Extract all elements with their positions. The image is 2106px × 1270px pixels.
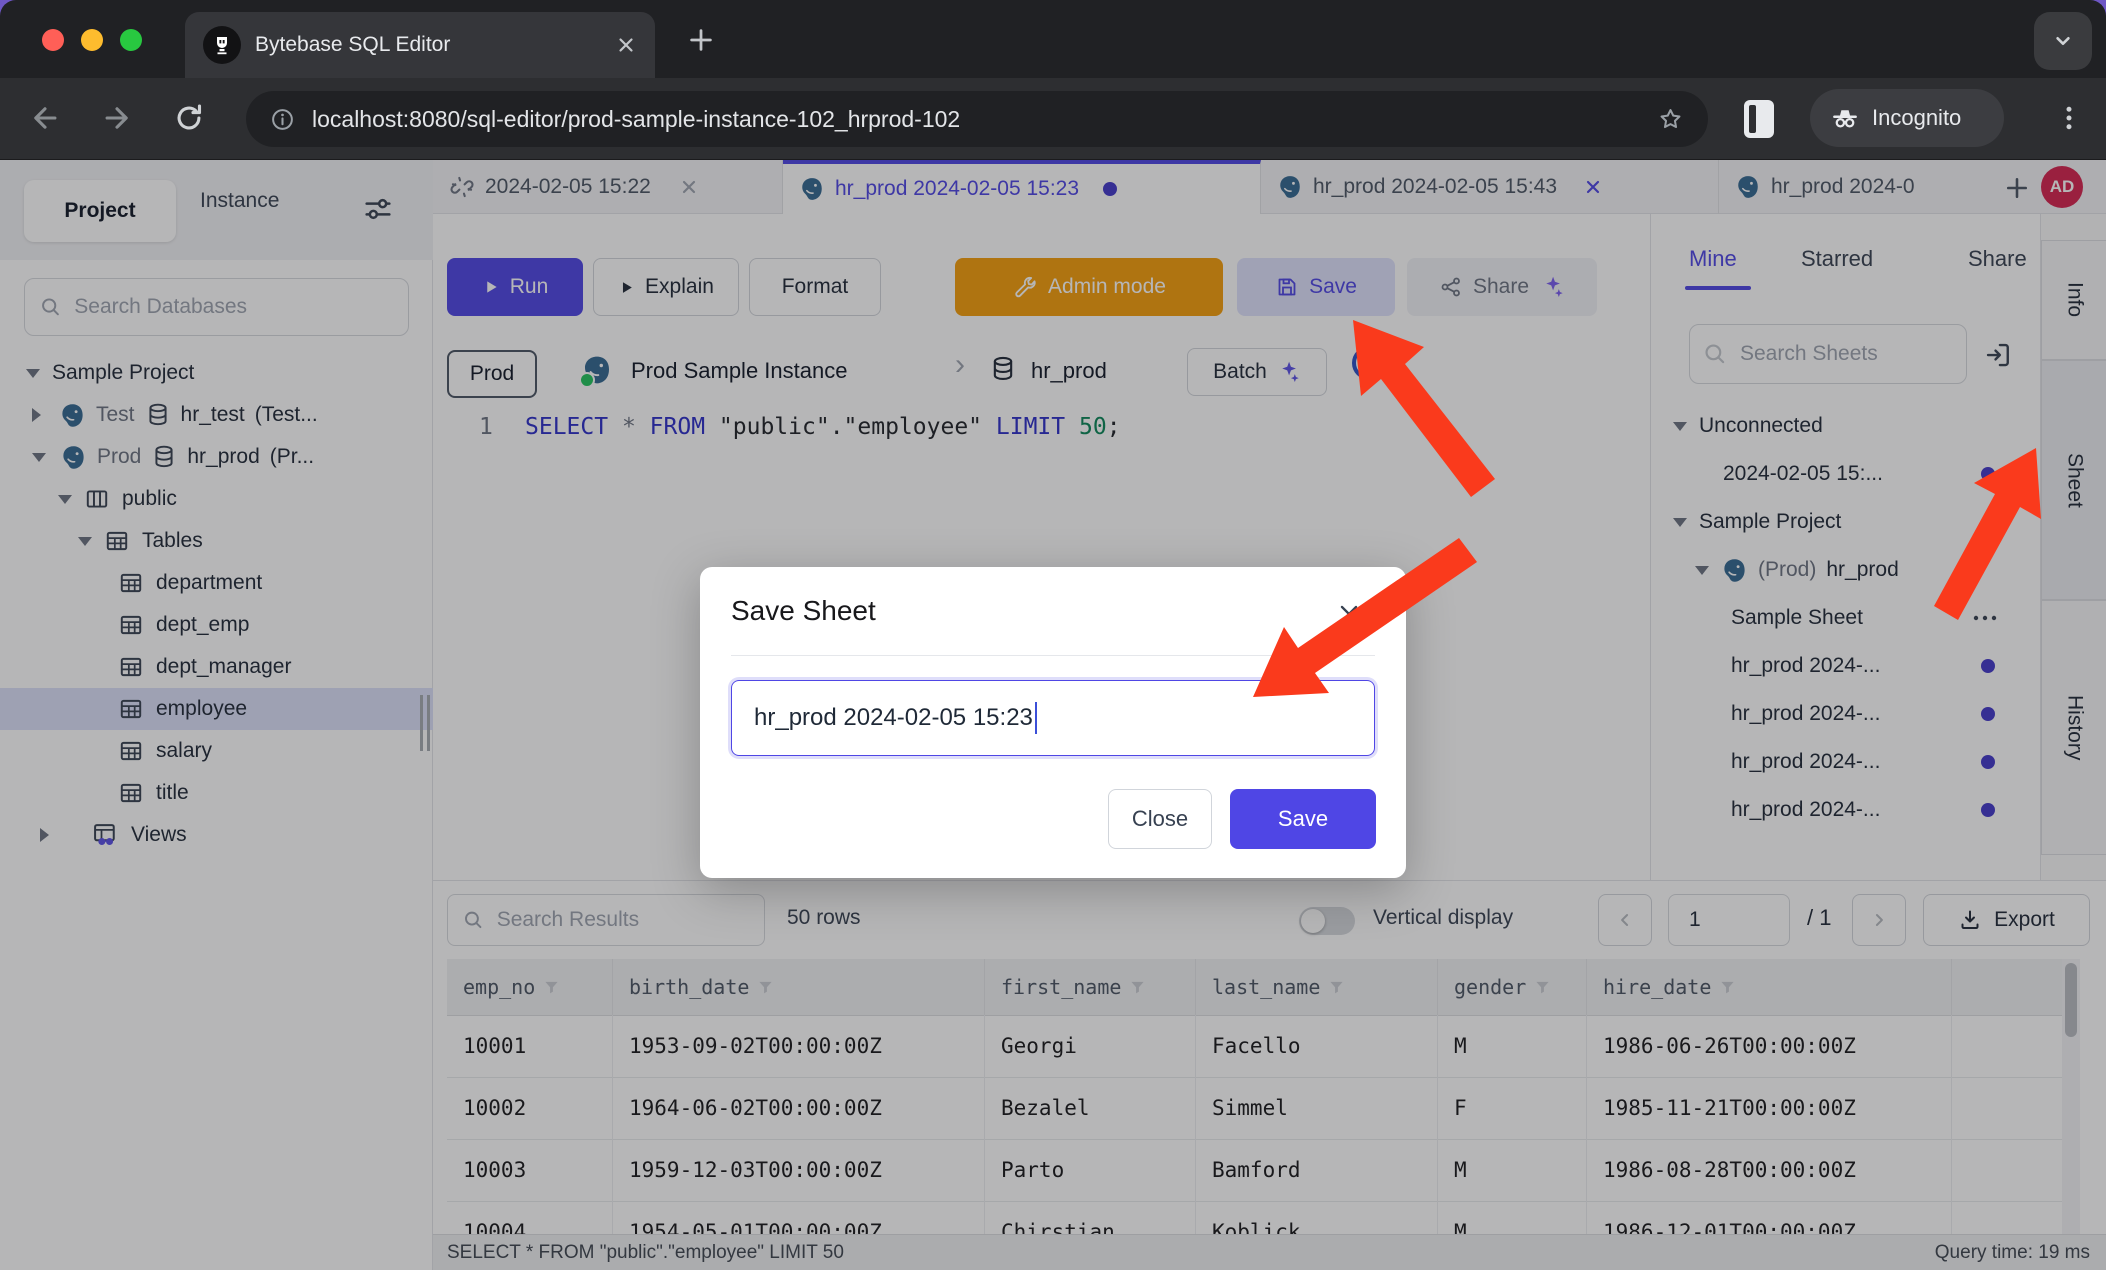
browser-navbar: localhost:8080/sql-editor/prod-sample-in… [0,78,2106,160]
forward-icon[interactable] [100,101,134,135]
incognito-badge: Incognito [1810,89,2004,147]
side-panel-icon[interactable] [1744,100,1774,138]
bookmark-star-icon[interactable] [1657,106,1684,133]
screenshot-stage: Bytebase SQL Editor localhost:8080/sql-e… [0,0,2106,1270]
save-sheet-modal: Save Sheet hr_prod 2024-02-05 15:23 Clos… [700,567,1406,878]
sheet-name-value: hr_prod 2024-02-05 15:23 [754,704,1033,732]
modal-save-button[interactable]: Save [1230,789,1376,849]
browser-menu-icon[interactable] [2054,103,2084,133]
modal-close-icon[interactable] [1336,601,1362,627]
incognito-icon [1830,103,1860,133]
new-tab-icon[interactable] [686,25,716,55]
incognito-label: Incognito [1872,105,1961,131]
chevron-down-icon [2050,28,2076,54]
window-zoom-button[interactable] [120,29,142,51]
modal-title: Save Sheet [731,595,876,627]
save-label: Save [1278,806,1328,832]
site-info-icon[interactable] [270,107,295,132]
tab-overflow-button[interactable] [2034,12,2092,70]
back-icon[interactable] [28,101,62,135]
url-text: localhost:8080/sql-editor/prod-sample-in… [312,91,960,147]
browser-tab[interactable]: Bytebase SQL Editor [185,12,655,78]
close-label: Close [1132,806,1188,832]
sheet-name-field[interactable]: hr_prod 2024-02-05 15:23 [731,680,1375,756]
browser-tab-title: Bytebase SQL Editor [255,33,601,57]
reload-icon[interactable] [172,101,206,135]
modal-divider [731,655,1375,656]
url-bar[interactable]: localhost:8080/sql-editor/prod-sample-in… [246,91,1708,147]
bytebase-favicon [203,26,241,64]
modal-close-button[interactable]: Close [1108,789,1212,849]
text-cursor [1035,702,1037,734]
window-close-button[interactable] [42,29,64,51]
browser-chrome: Bytebase SQL Editor localhost:8080/sql-e… [0,0,2106,160]
tab-close-icon[interactable] [615,34,637,56]
window-minimize-button[interactable] [81,29,103,51]
